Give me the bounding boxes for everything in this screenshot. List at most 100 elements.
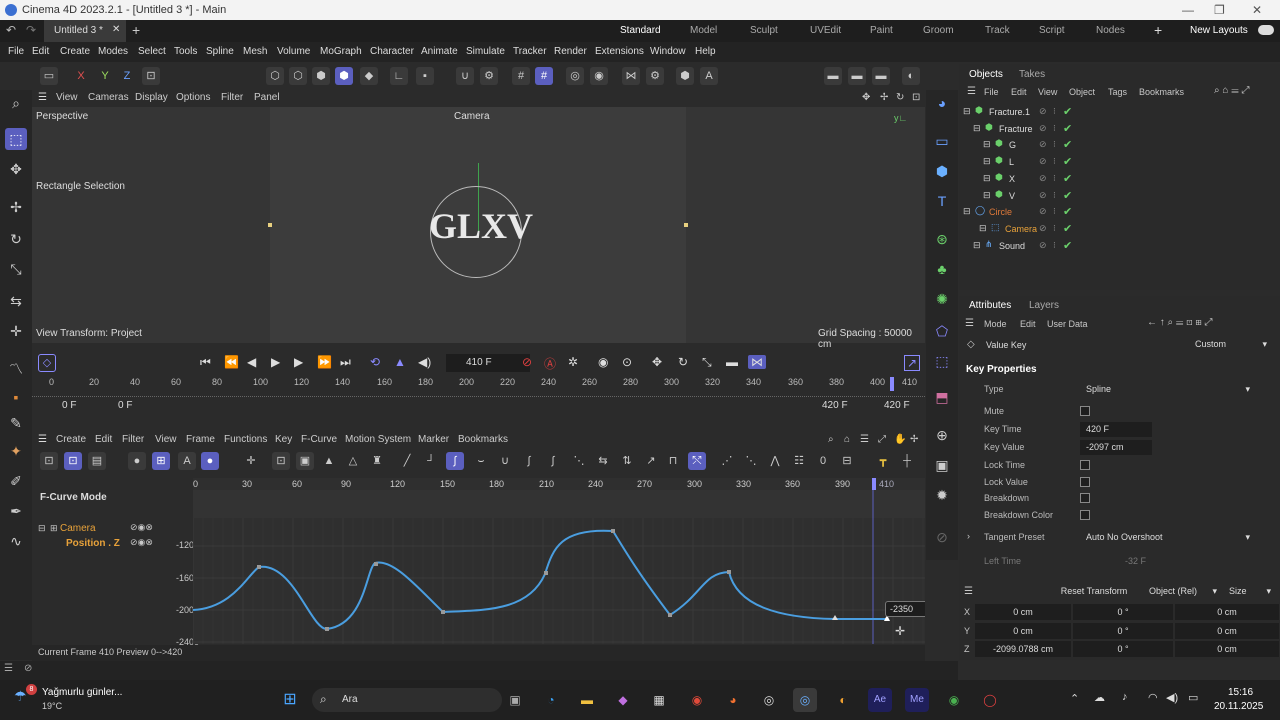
new-layouts-button[interactable]: New Layouts xyxy=(1190,25,1248,36)
viewport-camera-label[interactable]: Camera xyxy=(454,111,490,122)
key-point[interactable] xyxy=(611,529,615,533)
store-icon[interactable]: ▦ xyxy=(647,688,671,712)
effector-icon[interactable]: ✺ xyxy=(931,288,953,310)
pen-icon[interactable]: ✎ xyxy=(5,412,27,434)
cube-sphere-icon[interactable]: ◕ xyxy=(931,92,953,114)
ease-custom-icon[interactable]: ∫ xyxy=(544,452,562,470)
object-row-v[interactable]: ⊟ ⬢ V ⊘ ⁝ ✔ xyxy=(959,188,1280,205)
tab-objects[interactable]: Objects xyxy=(969,69,1003,80)
new-tab-icon[interactable]: + xyxy=(132,22,140,38)
mograph-cloner-icon[interactable]: ♣ xyxy=(931,258,953,280)
object-menu-object[interactable]: Object xyxy=(1069,87,1095,97)
track-visibility-icon[interactable]: ⊘◉⊗ xyxy=(130,522,153,533)
rotate-view-icon[interactable]: ↻ xyxy=(896,92,904,103)
snap-magnet-icon[interactable]: ∪ xyxy=(456,67,474,85)
viewport[interactable]: Perspective Camera Rectangle Selection V… xyxy=(32,107,925,350)
tangent-preset-dropdown[interactable]: Auto No Overshoot ▾ xyxy=(1080,530,1256,545)
workspace-nodes[interactable]: Nodes xyxy=(1096,25,1125,36)
chrome-profile-icon[interactable]: ◉ xyxy=(942,688,966,712)
layer-icon[interactable]: ⊘ xyxy=(1039,206,1047,217)
viewport-menu-filter[interactable]: Filter xyxy=(221,92,243,103)
zero-length-icon[interactable]: ⊟ xyxy=(838,452,856,470)
menu-select[interactable]: Select xyxy=(138,46,166,57)
key-pla-icon[interactable]: ⋈ xyxy=(748,355,766,369)
spline-interp-icon[interactable]: ∫ xyxy=(446,452,464,470)
object-row-fracture1[interactable]: ⊟ ⬢ Fracture.1 ⊘ ⁝ ✔ xyxy=(959,104,1280,121)
fcurve-filter-icon[interactable]: ☰ xyxy=(860,434,869,445)
layer-icon[interactable]: ⊘ xyxy=(1039,123,1047,134)
unify-tangent-icon[interactable]: ⇆ xyxy=(594,452,612,470)
media-encoder-icon[interactable]: Me xyxy=(905,688,929,712)
key-point[interactable] xyxy=(257,565,261,569)
keyframe-settings-icon[interactable]: ✲ xyxy=(568,355,578,369)
marker-icon[interactable]: ┳ xyxy=(874,452,892,470)
fcurve-expand-icon[interactable]: ⤢ xyxy=(878,434,886,445)
edges-mode-icon[interactable]: ⬡ xyxy=(289,67,307,85)
wifi-icon[interactable]: ◠ xyxy=(1148,691,1158,704)
key-lock-icon[interactable]: ⋱ xyxy=(742,452,760,470)
key-parameter-icon[interactable]: ▬ xyxy=(726,355,738,369)
dopesheet-mode-icon[interactable]: ⊡ xyxy=(40,452,58,470)
motion-mode-icon[interactable]: ▤ xyxy=(88,452,106,470)
rotate-tool-icon[interactable]: ↻ xyxy=(5,228,27,250)
object-search-icon[interactable]: ⌕ ⌂ ☰ ⤢ xyxy=(1214,85,1249,96)
visibility-dots-icon[interactable]: ⁝ xyxy=(1053,223,1056,234)
fcurve-graph[interactable]: 0 30 60 90 120 150 180 210 240 270 300 330 360 390 410… xyxy=(193,478,925,644)
record-icon[interactable]: ⊘ xyxy=(522,355,532,369)
key-break-icon[interactable]: ⋀ xyxy=(766,452,784,470)
menu-simulate[interactable]: Simulate xyxy=(466,46,505,57)
workspace-uvedit[interactable]: UVEdit xyxy=(810,25,841,36)
axis-mode-icon[interactable]: ∟ xyxy=(390,67,408,85)
deformer-bend-icon[interactable]: ⬠ xyxy=(931,320,953,342)
fcurve-menu-motion-system[interactable]: Motion System xyxy=(345,434,411,445)
previous-key-icon[interactable]: ⏪ xyxy=(224,355,239,369)
generator-icon[interactable]: ⊛ xyxy=(931,228,953,250)
coord-rotation-field[interactable]: 0 ° xyxy=(1073,641,1173,657)
model-mode-icon[interactable]: ▭ xyxy=(40,67,58,85)
lock-y-icon[interactable]: Y xyxy=(96,67,114,85)
axis-tool-icon[interactable]: ✛ xyxy=(5,320,27,342)
fcurve-move-icon[interactable]: ✢ xyxy=(910,434,918,445)
flat-tangent-icon[interactable]: ⇅ xyxy=(618,452,636,470)
tree-toggle-icon[interactable]: ⊟ xyxy=(983,190,991,201)
fcurve-menu-key[interactable]: Key xyxy=(275,434,292,445)
enabled-check-icon[interactable]: ✔ xyxy=(1063,155,1072,168)
attribute-nav-icon[interactable]: ← ↑ ⌕ ☰ ⊡ ⊞ ⤢ xyxy=(1147,317,1213,328)
loop-icon[interactable]: ⟲ xyxy=(370,355,380,369)
object-row-sound[interactable]: ⊟ ⋔ Sound ⊘ ⁝ ✔ xyxy=(959,238,1280,255)
smooth-icon[interactable]: ∿ xyxy=(5,530,27,552)
camera-icon[interactable]: ▣ xyxy=(931,454,953,476)
text-icon[interactable]: A xyxy=(700,67,718,85)
next-frame-icon[interactable]: ▶ xyxy=(294,355,303,369)
tree-toggle-icon[interactable]: ⊟ xyxy=(983,173,991,184)
object-menu-bookmarks[interactable]: Bookmarks xyxy=(1139,87,1184,97)
spline-pen-icon[interactable]: ✒ xyxy=(5,500,27,522)
tray-chevron-icon[interactable]: ⌃ xyxy=(1070,692,1079,705)
timeline-max-field[interactable]: 420 F xyxy=(822,400,848,411)
object-row-l[interactable]: ⊟ ⬢ L ⊘ ⁝ ✔ xyxy=(959,154,1280,171)
menu-mesh[interactable]: Mesh xyxy=(243,46,267,57)
coord-position-field[interactable]: -2099.0788 cm xyxy=(975,641,1071,657)
coord-position-field[interactable]: 0 cm xyxy=(975,622,1071,639)
timeline-ruler[interactable]: 0 20 40 60 80 100 120 140 160 180 200 220 240 260 280 3… xyxy=(32,374,925,414)
viewport-menu-options[interactable]: Options xyxy=(176,92,210,103)
key-scale-icon[interactable]: ⤡ xyxy=(702,355,712,370)
coordinate-system-icon[interactable]: ⊡ xyxy=(142,67,160,85)
bottom-menu-icon[interactable]: ☰ xyxy=(4,663,13,674)
playback-mode-icon[interactable]: ▲ xyxy=(394,355,406,369)
fcurve-menu-functions[interactable]: Functions xyxy=(224,434,267,445)
selection-tool-icon[interactable]: ⬚ xyxy=(5,128,27,150)
auto-tangent-icon[interactable]: ↗ xyxy=(642,452,660,470)
onedrive-icon[interactable]: ☁ xyxy=(1094,691,1105,704)
render-view-icon[interactable]: ▬ xyxy=(824,67,842,85)
tab-attributes[interactable]: Attributes xyxy=(969,300,1011,311)
weather-widget-icon[interactable]: ☂ 8 xyxy=(14,684,37,710)
ease-in-icon[interactable]: ⌣ xyxy=(472,452,490,470)
workspace-paint[interactable]: Paint xyxy=(870,25,893,36)
fcurve-menu-frame[interactable]: Frame xyxy=(186,434,215,445)
coord-size-field[interactable]: 0 cm xyxy=(1175,641,1279,657)
add-marker-icon[interactable]: ┼ xyxy=(898,452,916,470)
motion-clip-icon[interactable]: ◉ xyxy=(598,355,608,369)
object-row-camera[interactable]: ⊟ ⬚ Camera ⊘ ⁝ ✔ xyxy=(959,221,1280,238)
key-value-popup[interactable]: -2350 xyxy=(885,601,925,617)
